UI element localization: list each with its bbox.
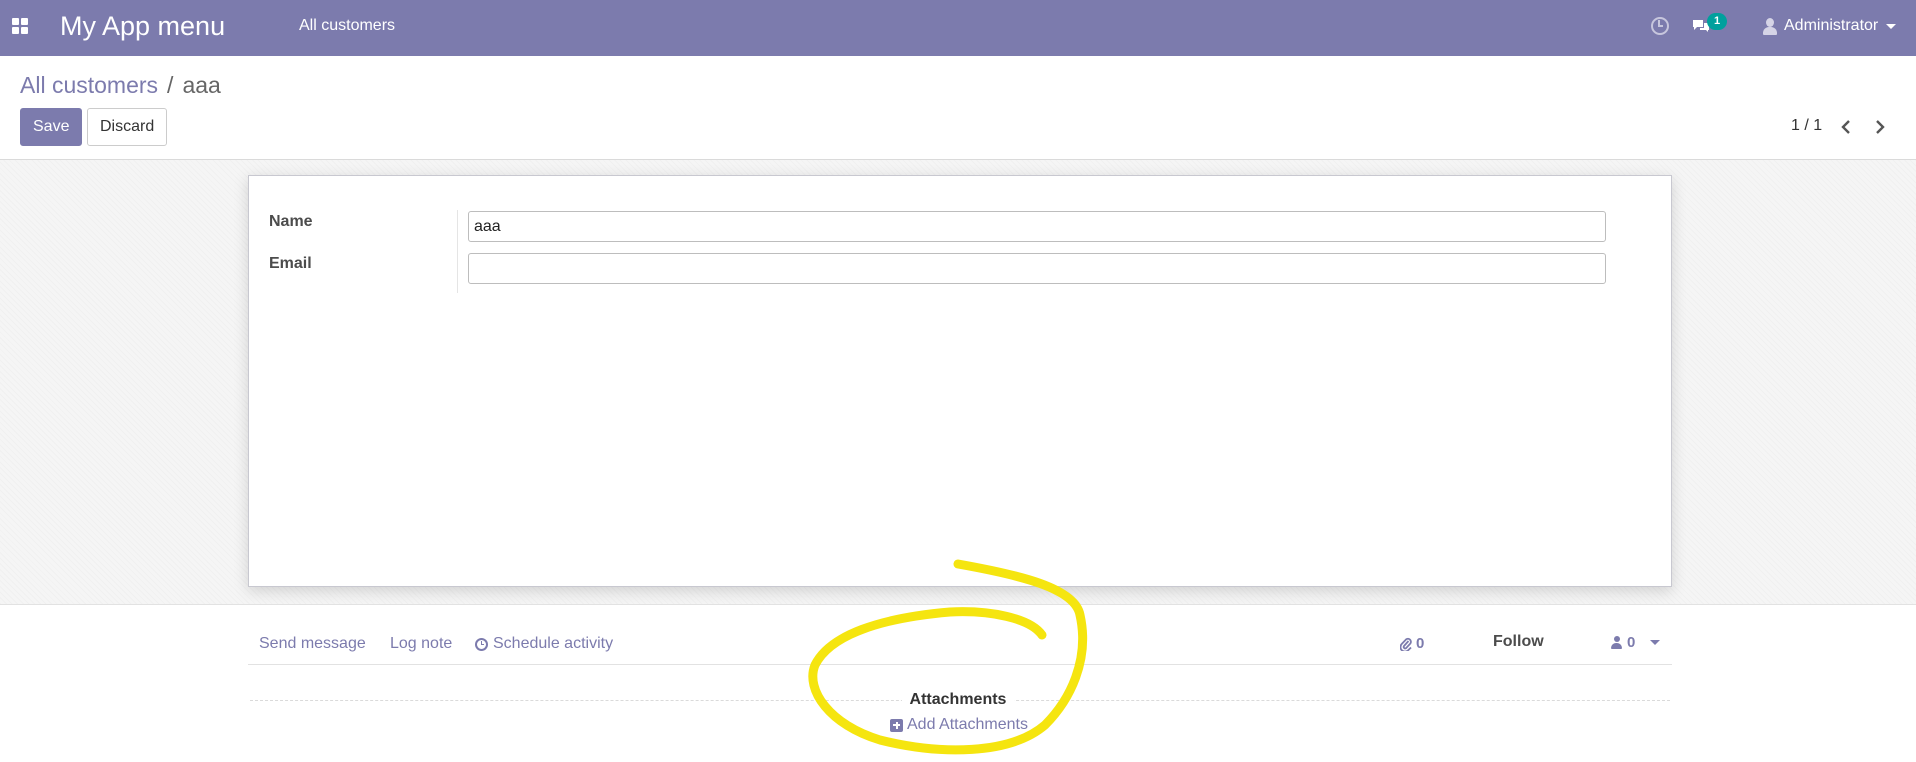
add-attachments-label: Add Attachments <box>907 716 1028 733</box>
follow-button[interactable]: Follow <box>1493 633 1544 651</box>
apps-menu-icon[interactable] <box>12 18 28 34</box>
menu-item-all-customers[interactable]: All customers <box>299 17 395 35</box>
app-title: My App menu <box>60 11 226 41</box>
breadcrumb-current-record: aaa <box>182 72 221 98</box>
attachments-title-label: Attachments <box>901 691 1015 708</box>
name-label: Name <box>269 213 313 230</box>
schedule-activity-button[interactable]: Schedule activity <box>475 635 613 653</box>
user-menu[interactable]: Administrator <box>1763 17 1897 35</box>
plus-square-icon <box>890 718 903 732</box>
send-message-button[interactable]: Send message <box>259 635 366 653</box>
chevron-left-icon[interactable] <box>1838 119 1854 135</box>
pager-value[interactable]: 1 / 1 <box>1791 117 1822 135</box>
email-label: Email <box>269 255 312 272</box>
attachment-count: 0 <box>1416 635 1425 652</box>
chatter-tab-line <box>248 664 1672 665</box>
activity-clock-icon[interactable] <box>1651 17 1669 35</box>
add-attachments-button[interactable]: Add Attachments <box>890 716 1028 734</box>
unread-messages-badge: 1 <box>1707 13 1727 30</box>
clock-icon <box>475 637 488 651</box>
user-name: Administrator <box>1784 17 1879 34</box>
breadcrumb-separator: / <box>167 72 174 98</box>
attachments-title: Attachments <box>0 691 1916 709</box>
attachment-count-button[interactable]: 0 <box>1400 635 1424 652</box>
name-field[interactable] <box>468 211 1606 242</box>
chatter-divider <box>0 604 1916 605</box>
schedule-activity-label: Schedule activity <box>493 635 614 652</box>
save-button[interactable]: Save <box>20 108 82 146</box>
chevron-down-icon <box>1650 640 1661 645</box>
discard-button[interactable]: Discard <box>87 108 167 146</box>
email-field[interactable] <box>468 253 1606 284</box>
followers-button[interactable]: 0 <box>1611 634 1661 651</box>
send-message-label: Send message <box>259 635 366 652</box>
log-note-button[interactable]: Log note <box>390 635 452 653</box>
chevron-right-icon[interactable] <box>1872 119 1888 135</box>
follower-count: 0 <box>1627 634 1636 651</box>
chevron-down-icon <box>1886 23 1897 29</box>
paperclip-icon <box>1400 637 1412 651</box>
top-navbar: My App menu All customers 1 Administrato… <box>0 0 1916 56</box>
label-divider <box>457 210 458 293</box>
breadcrumb-all-customers[interactable]: All customers <box>20 72 158 99</box>
person-icon <box>1611 636 1622 649</box>
log-note-label: Log note <box>390 635 453 652</box>
user-avatar-icon <box>1763 17 1777 35</box>
breadcrumb: All customers / aaa <box>20 72 221 99</box>
